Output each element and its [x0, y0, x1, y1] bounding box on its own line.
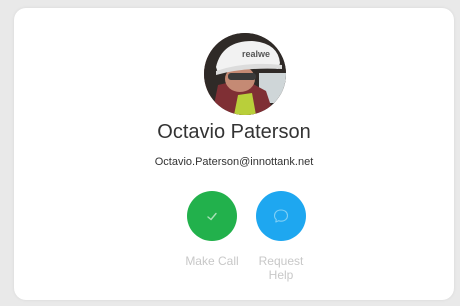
- avatar: realwe: [204, 33, 286, 115]
- request-help-button[interactable]: [256, 191, 306, 241]
- contact-name: Octavio Paterson: [157, 121, 311, 143]
- contact-card: realwe Octavio Paterson Octavio.Paterson…: [14, 8, 454, 300]
- contact-email: Octavio.Paterson@innottank.net: [154, 156, 314, 168]
- request-help-action: Request Help: [236, 191, 326, 282]
- check-icon: [207, 212, 217, 221]
- avatar-photo: realwe: [204, 33, 286, 115]
- request-help-label: Request Help: [258, 254, 304, 282]
- chat-bubble-icon: [273, 209, 289, 223]
- hat-logo-text: realwe: [242, 49, 270, 59]
- make-call-button[interactable]: [187, 191, 237, 241]
